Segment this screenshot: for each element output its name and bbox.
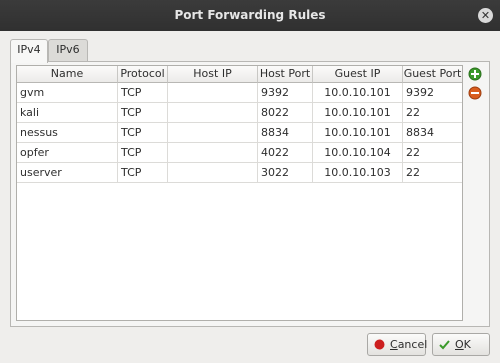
table-row[interactable]: gvm TCP 9392 10.0.10.101 9392 bbox=[17, 83, 462, 103]
ok-label: OK bbox=[455, 338, 471, 351]
column-header-host-port[interactable]: Host Port bbox=[258, 66, 313, 83]
cell-host-port[interactable]: 3022 bbox=[258, 163, 313, 183]
cell-guest-port[interactable]: 9392 bbox=[403, 83, 462, 103]
port-forwarding-dialog: Port Forwarding Rules ✕ IPv6 IPv4 Name P… bbox=[0, 0, 500, 363]
cell-host-ip[interactable] bbox=[168, 163, 258, 183]
cell-protocol[interactable]: TCP bbox=[118, 103, 168, 123]
ok-button[interactable]: OK bbox=[432, 333, 490, 356]
remove-rule-icon[interactable] bbox=[468, 86, 482, 100]
cancel-button[interactable]: Cancel bbox=[367, 333, 428, 356]
column-header-protocol[interactable]: Protocol bbox=[118, 66, 168, 83]
rules-table[interactable]: Name Protocol Host IP Host Port Guest IP… bbox=[16, 65, 463, 321]
cell-name[interactable]: opfer bbox=[17, 143, 118, 163]
close-icon[interactable]: ✕ bbox=[478, 8, 493, 23]
cell-protocol[interactable]: TCP bbox=[118, 163, 168, 183]
cell-host-ip[interactable] bbox=[168, 143, 258, 163]
column-header-host-ip[interactable]: Host IP bbox=[168, 66, 258, 83]
cell-name[interactable]: gvm bbox=[17, 83, 118, 103]
ok-icon bbox=[439, 340, 450, 350]
cell-host-ip[interactable] bbox=[168, 123, 258, 143]
cell-name[interactable]: nessus bbox=[17, 123, 118, 143]
cell-host-port[interactable]: 9392 bbox=[258, 83, 313, 103]
dialog-title: Port Forwarding Rules bbox=[174, 8, 326, 22]
add-rule-icon[interactable] bbox=[468, 67, 482, 81]
cell-guest-ip[interactable]: 10.0.10.104 bbox=[313, 143, 403, 163]
cell-guest-ip[interactable]: 10.0.10.103 bbox=[313, 163, 403, 183]
cell-name[interactable]: kali bbox=[17, 103, 118, 123]
table-row[interactable]: userver TCP 3022 10.0.10.103 22 bbox=[17, 163, 462, 183]
cell-guest-port[interactable]: 22 bbox=[403, 103, 462, 123]
column-header-guest-ip[interactable]: Guest IP bbox=[313, 66, 403, 83]
table-row[interactable]: opfer TCP 4022 10.0.10.104 22 bbox=[17, 143, 462, 163]
cell-guest-port[interactable]: 8834 bbox=[403, 123, 462, 143]
cancel-label: Cancel bbox=[390, 338, 428, 351]
title-bar[interactable]: Port Forwarding Rules ✕ bbox=[0, 0, 500, 31]
cell-host-ip[interactable] bbox=[168, 83, 258, 103]
cell-guest-ip[interactable]: 10.0.10.101 bbox=[313, 83, 403, 103]
tab-ipv4[interactable]: IPv4 bbox=[10, 39, 48, 63]
cell-protocol[interactable]: TCP bbox=[118, 83, 168, 103]
cell-guest-port[interactable]: 22 bbox=[403, 143, 462, 163]
cancel-icon bbox=[374, 339, 385, 350]
cell-guest-ip[interactable]: 10.0.10.101 bbox=[313, 103, 403, 123]
tab-ipv6[interactable]: IPv6 bbox=[48, 39, 88, 61]
cell-guest-ip[interactable]: 10.0.10.101 bbox=[313, 123, 403, 143]
cell-protocol[interactable]: TCP bbox=[118, 123, 168, 143]
table-row[interactable]: nessus TCP 8834 10.0.10.101 8834 bbox=[17, 123, 462, 143]
cell-protocol[interactable]: TCP bbox=[118, 143, 168, 163]
cell-host-port[interactable]: 8834 bbox=[258, 123, 313, 143]
cell-guest-port[interactable]: 22 bbox=[403, 163, 462, 183]
table-row[interactable]: kali TCP 8022 10.0.10.101 22 bbox=[17, 103, 462, 123]
cell-host-ip[interactable] bbox=[168, 103, 258, 123]
column-header-guest-port[interactable]: Guest Port bbox=[403, 66, 462, 83]
column-header-name[interactable]: Name bbox=[17, 66, 118, 83]
cell-host-port[interactable]: 4022 bbox=[258, 143, 313, 163]
cell-name[interactable]: userver bbox=[17, 163, 118, 183]
cell-host-port[interactable]: 8022 bbox=[258, 103, 313, 123]
